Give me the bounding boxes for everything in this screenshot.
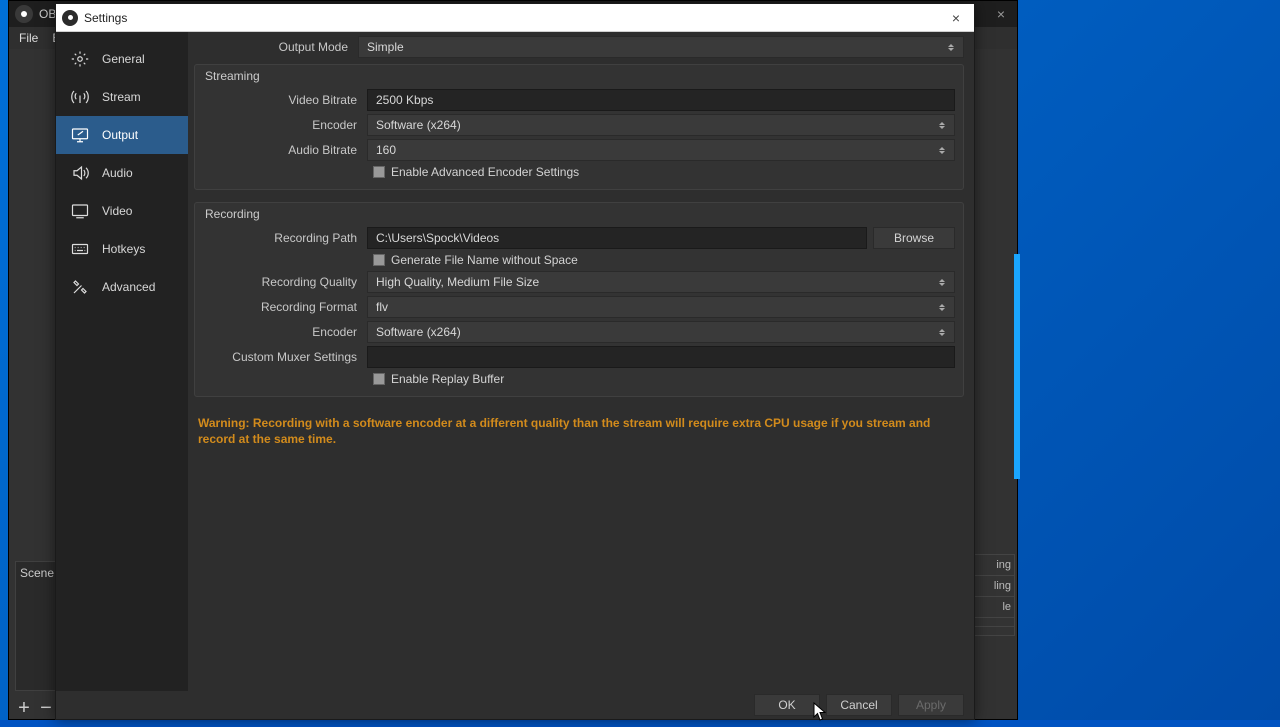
antenna-icon bbox=[68, 88, 92, 106]
sidebar-item-video[interactable]: Video bbox=[56, 192, 188, 230]
muxer-label: Custom Muxer Settings bbox=[203, 350, 367, 364]
recording-quality-label: Recording Quality bbox=[203, 275, 367, 289]
remove-scene-button[interactable]: − bbox=[37, 697, 55, 720]
settings-footer: OK Cancel Apply bbox=[56, 691, 974, 719]
obs-app-icon bbox=[15, 5, 33, 23]
scene-controls: + − bbox=[15, 697, 55, 720]
sidebar-item-label: Advanced bbox=[102, 280, 155, 294]
recording-group-title: Recording bbox=[205, 207, 955, 221]
sidebar-item-label: Hotkeys bbox=[102, 242, 145, 256]
streaming-group: Streaming Video Bitrate 2500 Kbps Encode… bbox=[194, 64, 964, 190]
output-mode-label: Output Mode bbox=[194, 40, 358, 54]
obs-close-icon[interactable]: × bbox=[991, 6, 1011, 22]
streaming-encoder-label: Encoder bbox=[203, 118, 367, 132]
gear-icon bbox=[68, 50, 92, 68]
spinner-icon[interactable] bbox=[934, 92, 950, 108]
muxer-input[interactable] bbox=[367, 346, 955, 368]
dropdown-caret-icon bbox=[934, 142, 950, 158]
dropdown-caret-icon bbox=[934, 117, 950, 133]
recording-path-value: C:\Users\Spock\Videos bbox=[376, 231, 499, 245]
output-mode-select[interactable]: Simple bbox=[358, 36, 964, 58]
cancel-button[interactable]: Cancel bbox=[826, 694, 892, 716]
sidebar-item-label: Video bbox=[102, 204, 132, 218]
video-bitrate-label: Video Bitrate bbox=[203, 93, 367, 107]
speaker-icon bbox=[68, 164, 92, 182]
recording-path-input[interactable]: C:\Users\Spock\Videos bbox=[367, 227, 867, 249]
dropdown-caret-icon bbox=[934, 299, 950, 315]
recording-encoder-value: Software (x264) bbox=[376, 325, 461, 339]
recording-group: Recording Recording Path C:\Users\Spock\… bbox=[194, 202, 964, 397]
settings-app-icon bbox=[62, 10, 78, 26]
audio-bitrate-label: Audio Bitrate bbox=[203, 143, 367, 157]
sidebar-item-output[interactable]: Output bbox=[56, 116, 188, 154]
recording-format-select[interactable]: flv bbox=[367, 296, 955, 318]
gen-filename-nospace-checkbox[interactable] bbox=[373, 254, 385, 266]
sidebar-item-audio[interactable]: Audio bbox=[56, 154, 188, 192]
keyboard-icon bbox=[68, 240, 92, 258]
streaming-encoder-select[interactable]: Software (x264) bbox=[367, 114, 955, 136]
cancel-button-label: Cancel bbox=[840, 698, 877, 712]
sidebar-item-stream[interactable]: Stream bbox=[56, 78, 188, 116]
dropdown-caret-icon bbox=[934, 324, 950, 340]
recording-format-label: Recording Format bbox=[203, 300, 367, 314]
settings-sidebar: General Stream Output Audio Video Hotkey… bbox=[56, 32, 188, 691]
settings-dialog: Settings × General Stream Output Audio bbox=[55, 3, 975, 720]
video-bitrate-value: 2500 Kbps bbox=[376, 93, 433, 107]
sidebar-item-general[interactable]: General bbox=[56, 40, 188, 78]
dropdown-caret-icon bbox=[934, 274, 950, 290]
add-scene-button[interactable]: + bbox=[15, 697, 33, 720]
recording-format-value: flv bbox=[376, 300, 388, 314]
sidebar-item-label: Output bbox=[102, 128, 138, 142]
warning-text: Warning: Recording with a software encod… bbox=[194, 409, 964, 453]
sidebar-item-label: Stream bbox=[102, 90, 141, 104]
enable-advanced-encoder-checkbox[interactable] bbox=[373, 166, 385, 178]
browse-button[interactable]: Browse bbox=[873, 227, 955, 249]
enable-advanced-encoder-label[interactable]: Enable Advanced Encoder Settings bbox=[391, 165, 579, 179]
sidebar-item-advanced[interactable]: Advanced bbox=[56, 268, 188, 306]
recording-encoder-label: Encoder bbox=[203, 325, 367, 339]
settings-title: Settings bbox=[84, 11, 127, 25]
ok-button[interactable]: OK bbox=[754, 694, 820, 716]
recording-quality-value: High Quality, Medium File Size bbox=[376, 275, 539, 289]
settings-close-icon[interactable]: × bbox=[944, 10, 968, 26]
apply-button: Apply bbox=[898, 694, 964, 716]
streaming-encoder-value: Software (x264) bbox=[376, 118, 461, 132]
enable-replay-buffer-checkbox[interactable] bbox=[373, 373, 385, 385]
dropdown-caret-icon bbox=[943, 39, 959, 55]
recording-encoder-select[interactable]: Software (x264) bbox=[367, 321, 955, 343]
window-accent-strip bbox=[1014, 254, 1020, 479]
enable-replay-buffer-label[interactable]: Enable Replay Buffer bbox=[391, 372, 504, 386]
monitor-icon bbox=[68, 126, 92, 144]
apply-button-label: Apply bbox=[916, 698, 946, 712]
sidebar-item-label: Audio bbox=[102, 166, 133, 180]
settings-content: Output Mode Simple Streaming Video Bitra… bbox=[188, 32, 974, 691]
ok-button-label: OK bbox=[778, 698, 795, 712]
audio-bitrate-value: 160 bbox=[376, 143, 396, 157]
recording-path-label: Recording Path bbox=[203, 231, 367, 245]
streaming-group-title: Streaming bbox=[205, 69, 955, 83]
menu-file[interactable]: File bbox=[19, 31, 38, 45]
tools-icon bbox=[68, 278, 92, 296]
display-icon bbox=[68, 202, 92, 220]
browse-button-label: Browse bbox=[894, 231, 934, 245]
settings-titlebar[interactable]: Settings × bbox=[56, 4, 974, 32]
audio-bitrate-select[interactable]: 160 bbox=[367, 139, 955, 161]
recording-quality-select[interactable]: High Quality, Medium File Size bbox=[367, 271, 955, 293]
sidebar-item-label: General bbox=[102, 52, 145, 66]
output-mode-value: Simple bbox=[367, 40, 404, 54]
video-bitrate-input[interactable]: 2500 Kbps bbox=[367, 89, 955, 111]
sidebar-item-hotkeys[interactable]: Hotkeys bbox=[56, 230, 188, 268]
gen-filename-nospace-label[interactable]: Generate File Name without Space bbox=[391, 253, 578, 267]
